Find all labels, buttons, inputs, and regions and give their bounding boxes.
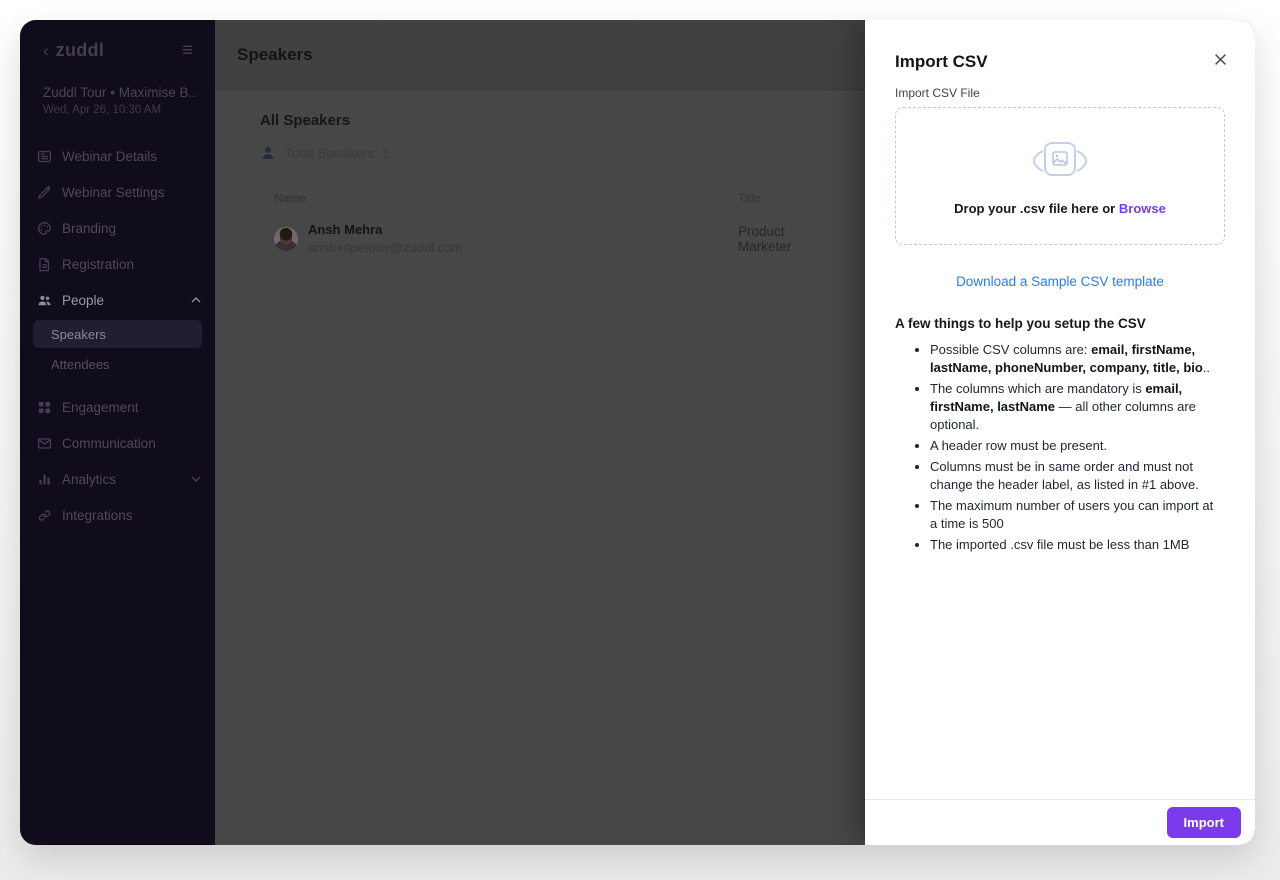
sidebar-subitem-label: Speakers [51,326,106,342]
integrations-icon [37,508,52,523]
sidebar-item-label: Analytics [62,471,117,487]
csv-help-item: The columns which are mandatory is email… [930,380,1223,434]
total-speakers: Total Speakers: 1 [260,145,835,161]
speaker-title: Product Marketer [738,223,792,254]
main-content: Speakers All Speakers Total Speakers: 1 … [215,20,865,845]
webinar-settings-icon [37,184,52,200]
person-icon [260,145,276,161]
people-icon [37,293,52,308]
app-window: ‹ zuddl ≡ Zuddl Tour • Maximise B... Wed… [20,20,1255,845]
logo-text: zuddl [55,40,105,60]
sidebar-item-webinar-details[interactable]: Webinar Details [20,138,215,174]
communication-icon [37,436,52,451]
sidebar-item-label: Webinar Settings [62,184,165,200]
sidebar-item-registration[interactable]: Registration [20,246,215,282]
table-row[interactable]: Ansh Mehra ansh+speaker@zuddl.com Produc… [260,222,835,255]
avatar [274,226,298,251]
modal-footer: Import [865,799,1255,845]
branding-icon [37,221,52,236]
sidebar-item-webinar-settings[interactable]: Webinar Settings [20,174,215,210]
import-csv-modal: Import CSV Import CSV File Drop your .cs… [865,20,1255,845]
csv-help-item: Columns must be in same order and must n… [930,458,1223,494]
sidebar-item-label: Communication [62,435,156,451]
sidebar-item-label: Registration [62,256,135,272]
event-info: Zuddl Tour • Maximise B... Wed, Apr 26, … [20,61,215,116]
sidebar-subitem-attendees[interactable]: Attendees [33,350,202,378]
sidebar-item-analytics[interactable]: Analytics [20,461,215,497]
sidebar-subitem-speakers[interactable]: Speakers [33,320,202,348]
speakers-panel: All Speakers Total Speakers: 1 Name Titl… [215,90,865,255]
csv-help-item: The maximum number of users you can impo… [930,497,1223,533]
event-datetime: Wed, Apr 26, 10:30 AM [43,104,162,116]
sidebar-item-branding[interactable]: Branding [20,210,215,246]
speaker-name-cell: Ansh Mehra ansh+speaker@zuddl.com [308,222,738,255]
sidebar-subitem-label: Attendees [51,356,110,372]
modal-header: Import CSV [895,44,1226,72]
speaker-name: Ansh Mehra [308,222,383,237]
csv-help-list: Possible CSV columns are: email, firstNa… [895,341,1225,554]
drop-instruction: Drop your .csv file here or Browse [954,201,1166,216]
section-title: All Speakers [260,112,351,129]
webinar-details-icon [37,149,52,164]
speaker-email: ansh+speaker@zuddl.com [308,240,463,255]
download-sample-csv-link[interactable]: Download a Sample CSV template [895,274,1225,289]
drop-text: Drop your .csv file here or [954,200,1116,216]
sidebar-item-label: Integrations [62,507,133,523]
sidebar-nav: Webinar Details Webinar Settings Brandin… [20,138,215,533]
event-title: Zuddl Tour • Maximise B... [43,85,197,100]
csv-help-item: The imported .csv file must be less than… [930,536,1223,554]
csv-help-item: A header row must be present. [930,437,1223,455]
csv-help-heading: A few things to help you setup the CSV [895,316,1146,331]
back-chevron-icon[interactable]: ‹ [43,42,49,59]
sidebar-item-engagement[interactable]: Engagement [20,389,215,425]
sidebar: ‹ zuddl ≡ Zuddl Tour • Maximise B... Wed… [20,20,215,845]
close-icon[interactable] [1209,48,1231,70]
import-button[interactable]: Import [1166,807,1241,838]
csv-help-item: Possible CSV columns are: email, firstNa… [930,341,1223,377]
logo[interactable]: ‹ zuddl [43,40,104,61]
photos-stack-icon [1027,139,1093,192]
column-header-name: Name [274,191,307,205]
table-header: Name Title [260,191,835,205]
browse-link[interactable]: Browse [1119,201,1166,216]
analytics-icon [37,472,52,487]
csv-dropzone[interactable]: Drop your .csv file here or Browse [895,107,1225,245]
sidebar-item-integrations[interactable]: Integrations [20,497,215,533]
chevron-down-icon [191,476,201,482]
sidebar-item-label: Webinar Details [62,148,158,164]
speakers-table: Name Title Ansh Mehra ansh+speaker@zuddl… [260,191,835,255]
sidebar-item-people[interactable]: People [20,282,215,318]
sidebar-item-label: Engagement [62,399,139,415]
modal-body: Import CSV Import CSV File Drop your .cs… [865,20,1255,799]
import-csv-file-label: Import CSV File [895,86,980,100]
engagement-icon [37,400,52,415]
registration-icon [37,257,52,272]
page-title: Speakers [237,44,313,64]
page-header: Speakers [215,20,865,90]
chevron-up-icon [191,297,201,303]
sidebar-item-label: People [62,292,105,308]
sidebar-item-communication[interactable]: Communication [20,425,215,461]
modal-title: Import CSV [895,52,988,71]
total-speakers-label: Total Speakers: 1 [285,145,390,161]
nav-gap [20,380,215,389]
column-header-title: Title [738,191,761,205]
hamburger-menu-icon[interactable]: ≡ [182,41,193,60]
sidebar-item-label: Branding [62,220,117,236]
sidebar-header: ‹ zuddl ≡ [20,20,215,61]
